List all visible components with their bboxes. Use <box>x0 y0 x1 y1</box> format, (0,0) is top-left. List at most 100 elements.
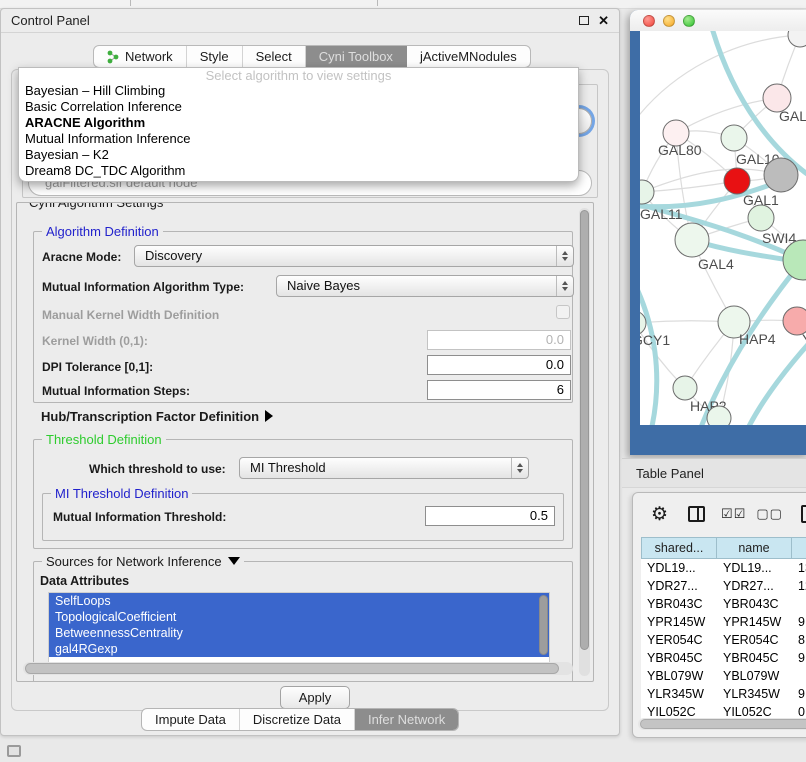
file-partial-icon[interactable] <box>801 505 806 523</box>
float-window-icon[interactable] <box>579 16 589 25</box>
minimize-traffic-light[interactable] <box>663 15 675 27</box>
algorithm-option[interactable]: Bayesian – Hill Climbing <box>19 83 578 99</box>
column-header-name[interactable]: name <box>717 537 792 559</box>
kernel-width-label: Kernel Width (0,1): <box>42 334 148 348</box>
network-canvas[interactable]: GALGAL80GAL10GAL1GAL11GAL4SWI4GCY1HAP4YH… <box>640 31 806 425</box>
network-node-gal10[interactable] <box>721 125 747 151</box>
tab-select[interactable]: Select <box>243 46 306 67</box>
table-cell[interactable]: YBR043C <box>717 595 792 613</box>
table-cell[interactable] <box>792 667 806 685</box>
network-window-titlebar[interactable] <box>630 10 806 31</box>
tab-infer-network[interactable]: Infer Network <box>355 709 458 730</box>
table-cell[interactable]: YDL19... <box>717 559 792 577</box>
kernel-width-field[interactable]: 0.0 <box>427 330 571 350</box>
scrollbar-thumb[interactable] <box>640 719 806 729</box>
table-cell[interactable]: YLR345W <box>641 685 717 703</box>
table-row[interactable]: YLR345WYLR345W9. <box>641 685 806 703</box>
attribute-list-item[interactable]: SelfLoops <box>49 593 549 609</box>
algorithm-option[interactable]: Basic Correlation Inference <box>19 99 578 115</box>
sources-title-label: Sources for Network Inference <box>46 554 222 569</box>
manual-kernel-width-checkbox[interactable] <box>556 305 570 319</box>
table-cell[interactable]: YER054C <box>641 631 717 649</box>
apply-button[interactable]: Apply <box>280 686 350 709</box>
network-node-gal1[interactable] <box>724 168 750 194</box>
algorithm-option[interactable]: ARACNE Algorithm <box>19 115 578 131</box>
table-row[interactable]: YBR045CYBR045C9. <box>641 649 806 667</box>
table-row[interactable]: YBR043CYBR043C <box>641 595 806 613</box>
tab-style[interactable]: Style <box>187 46 243 67</box>
algorithm-option[interactable]: Mutual Information Inference <box>19 131 578 147</box>
attribute-list-item[interactable]: TopologicalCoefficient <box>49 609 549 625</box>
algorithm-option[interactable]: Dream8 DC_TDC Algorithm <box>19 163 578 179</box>
settings-horizontal-scrollbar[interactable] <box>23 662 573 675</box>
toolbar-divider <box>130 0 131 6</box>
table-cell[interactable]: YER054C <box>717 631 792 649</box>
tab-jactivemnodules[interactable]: jActiveMNodules <box>407 46 530 67</box>
table-cell[interactable]: YDR27... <box>717 577 792 595</box>
table-row[interactable]: YBL079WYBL079W <box>641 667 806 685</box>
which-threshold-combobox[interactable]: MI Threshold <box>239 457 529 479</box>
list-vertical-scrollbar[interactable] <box>539 595 548 655</box>
data-attributes-label: Data Attributes <box>40 574 129 588</box>
gear-icon[interactable]: ⚙ <box>651 503 668 526</box>
tab-network[interactable]: Network <box>94 46 187 67</box>
network-node[interactable] <box>764 158 798 192</box>
network-edge[interactable] <box>640 271 657 425</box>
mi-threshold-field[interactable]: 0.5 <box>425 506 555 526</box>
tab-cyni-toolbox[interactable]: Cyni Toolbox <box>306 46 407 67</box>
table-cell[interactable] <box>792 595 806 613</box>
network-node[interactable] <box>707 406 731 425</box>
dpi-tolerance-field[interactable]: 0.0 <box>427 355 571 375</box>
network-node-gal4[interactable] <box>675 223 709 257</box>
table-cell[interactable]: YPR145W <box>717 613 792 631</box>
mi-algorithm-type-combobox[interactable]: Naive Bayes <box>276 275 574 297</box>
attribute-list-item[interactable]: gal4RGexp <box>49 641 549 657</box>
network-node-gal11[interactable] <box>640 180 654 204</box>
close-icon[interactable]: ✕ <box>598 14 609 27</box>
table-row[interactable]: YDR27...YDR27...12 <box>641 577 806 595</box>
mi-steps-field[interactable]: 6 <box>427 380 571 400</box>
toolbar-divider <box>377 0 378 6</box>
split-columns-icon[interactable] <box>688 506 705 522</box>
scrollbar-thumb[interactable] <box>580 210 589 650</box>
table-horizontal-scrollbar[interactable] <box>638 718 806 730</box>
algorithm-option[interactable]: Bayesian – K2 <box>19 147 578 163</box>
tab-impute-data[interactable]: Impute Data <box>142 709 240 730</box>
select-all-checkboxes-icon[interactable]: ☑☑ <box>721 506 746 522</box>
scrollbar-thumb[interactable] <box>25 663 559 674</box>
hub-definition-expander[interactable]: Hub/Transcription Factor Definition <box>41 409 273 424</box>
table-row[interactable]: YDL19...YDL19...13 <box>641 559 806 577</box>
table-cell[interactable]: YDR27... <box>641 577 717 595</box>
attribute-list-item[interactable]: BetweennessCentrality <box>49 625 549 641</box>
tab-discretize-data[interactable]: Discretize Data <box>240 709 355 730</box>
settings-vertical-scrollbar[interactable] <box>579 208 590 676</box>
table-cell[interactable]: YDL19... <box>641 559 717 577</box>
column-header-partial[interactable]: A <box>792 537 806 559</box>
network-node-swi4[interactable] <box>748 205 774 231</box>
table-cell[interactable]: YLR345W <box>717 685 792 703</box>
aracne-mode-combobox[interactable]: Discovery <box>134 245 574 267</box>
table-cell[interactable]: YBR043C <box>641 595 717 613</box>
table-row[interactable]: YPR145WYPR145W9. <box>641 613 806 631</box>
close-traffic-light[interactable] <box>643 15 655 27</box>
table-row[interactable]: YER054CYER054C8. <box>641 631 806 649</box>
table-cell[interactable]: YBR045C <box>641 649 717 667</box>
table-cell[interactable]: 8. <box>792 631 806 649</box>
sources-group-title[interactable]: Sources for Network Inference <box>42 554 244 569</box>
table-cell[interactable]: YPR145W <box>641 613 717 631</box>
column-header-shared-name[interactable]: shared... <box>641 537 717 559</box>
table-cell[interactable]: 13 <box>792 559 806 577</box>
table-cell[interactable]: 9. <box>792 649 806 667</box>
zoom-traffic-light[interactable] <box>683 15 695 27</box>
deselect-checkboxes-icon[interactable]: ▢▢ <box>756 506 783 522</box>
network-node[interactable] <box>788 31 806 47</box>
network-node-hap2[interactable] <box>673 376 697 400</box>
table-cell[interactable]: 9. <box>792 613 806 631</box>
table-cell[interactable]: 12 <box>792 577 806 595</box>
network-node[interactable] <box>783 240 806 280</box>
table-cell[interactable]: 9. <box>792 685 806 703</box>
docked-panel-icon[interactable] <box>7 745 21 757</box>
table-cell[interactable]: YBR045C <box>717 649 792 667</box>
table-cell[interactable]: YBL079W <box>717 667 792 685</box>
table-cell[interactable]: YBL079W <box>641 667 717 685</box>
